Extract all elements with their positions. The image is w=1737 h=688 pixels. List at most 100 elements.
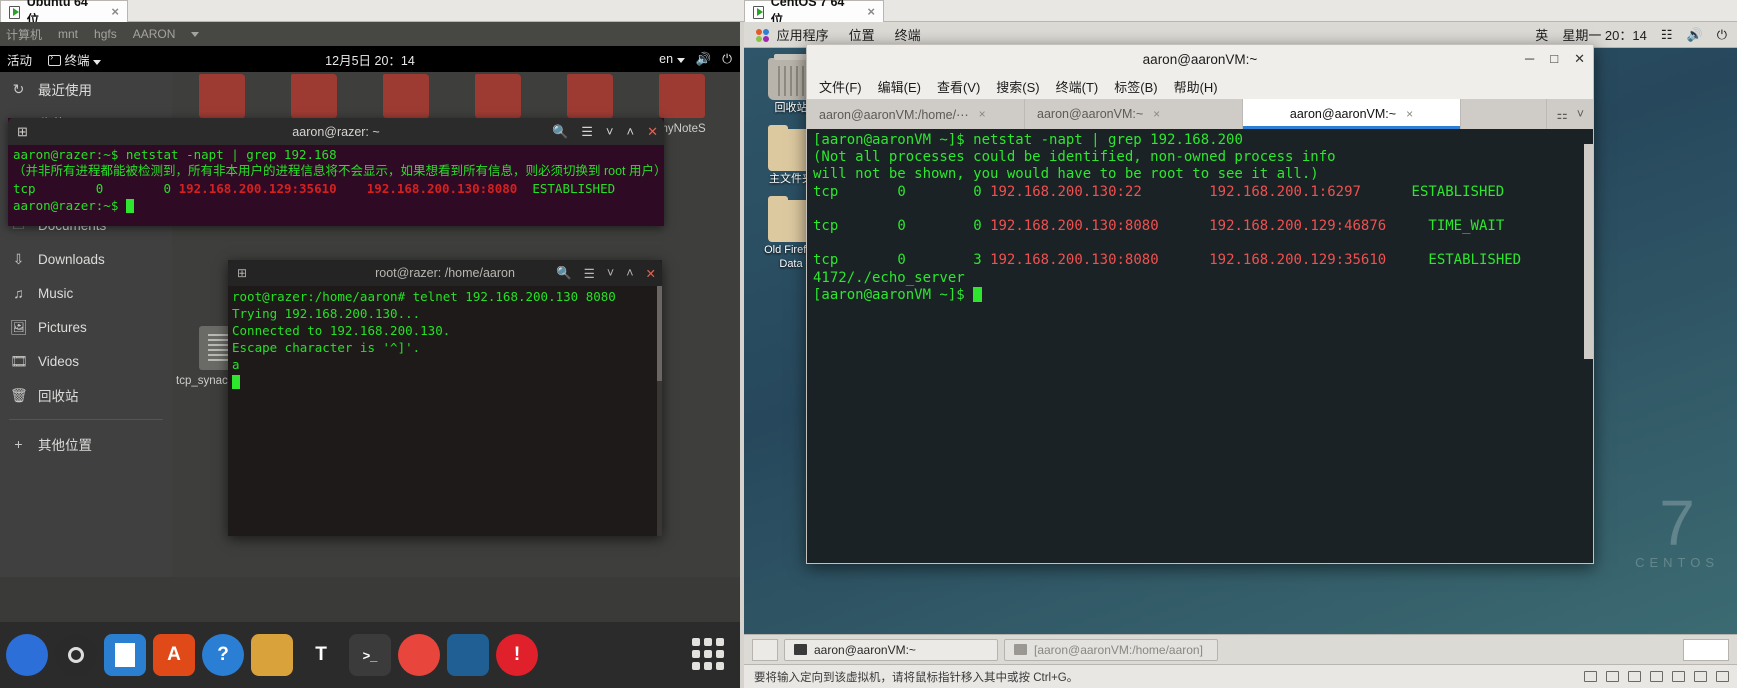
chevron-down-icon[interactable] (191, 31, 200, 37)
terminal-output-centos[interactable]: [aaron@aaronVM ~]$ netstat -napt | grep … (806, 129, 1594, 564)
activities-button[interactable]: 活动 (7, 50, 32, 69)
terminal-output-aaron[interactable]: aaron@razer:~$ netstat -napt | grep 192.… (8, 145, 664, 226)
usb-icon[interactable] (1650, 671, 1663, 682)
sidebar-item-other-locations[interactable]: + 其他位置 (0, 427, 172, 461)
new-tab-icon[interactable]: ⚏ (1556, 107, 1567, 122)
power-icon[interactable]: ⏻ (722, 52, 732, 67)
scrollbar-track[interactable] (1584, 144, 1593, 359)
chevron-down-icon[interactable]: ˅ (1577, 107, 1584, 121)
minimize-icon[interactable]: ─ (1525, 51, 1534, 67)
terminal-output-root[interactable]: root@razer:/home/aaron# telnet 192.168.2… (228, 286, 662, 536)
printer-icon[interactable] (1694, 671, 1707, 682)
terminal-icon[interactable]: >_ (349, 634, 391, 676)
close-icon[interactable]: ✕ (647, 124, 658, 140)
libreoffice-writer-icon[interactable] (104, 634, 146, 676)
search-icon[interactable]: 🔍 (556, 266, 572, 281)
power-icon[interactable]: ⏻ (1717, 27, 1727, 43)
files-icon[interactable] (251, 634, 293, 676)
menu-view[interactable]: 查看(V) (937, 77, 980, 96)
vm-tab-centos[interactable]: CentOS 7 64 位 × (744, 0, 884, 27)
keyboard-layout-indicator[interactable]: en (659, 52, 685, 66)
terminal-line: a (232, 357, 240, 372)
vm-tab-ubuntu[interactable]: Ubuntu 64 位 × (0, 0, 128, 27)
applications-menu[interactable]: 应用程序 (756, 25, 829, 44)
terminal-line: [aaron@aaronVM ~]$ (813, 286, 1587, 304)
taskbar-button-terminal-active[interactable]: aaron@aaronVM:~ (784, 638, 998, 661)
app-menu-terminal[interactable]: 终端 (48, 50, 101, 69)
sidebar-item-pictures[interactable]: 🖼 Pictures (0, 310, 172, 344)
firefox-icon[interactable] (6, 634, 48, 676)
display-icon[interactable] (1716, 671, 1729, 682)
sound-icon[interactable] (1672, 671, 1685, 682)
error-app-icon[interactable]: ! (496, 634, 538, 676)
sidebar-item-downloads[interactable]: ⇩ Downloads (0, 242, 172, 276)
terminal-tab-2[interactable]: aaron@aaronVM:~ × (1025, 99, 1243, 129)
taskbar-button-terminal-2[interactable]: [aaron@aaronVM:/home/aaron] (1004, 638, 1218, 661)
vscode-icon[interactable] (447, 634, 489, 676)
show-desktop-icon[interactable] (752, 638, 778, 661)
maximize-icon[interactable]: □ (1550, 51, 1558, 67)
help-icon[interactable]: ? (202, 634, 244, 676)
terminal-titlebar[interactable]: ⊞ aaron@razer: ~ 🔍 ☰ ˅ ˄ ✕ (8, 118, 664, 145)
close-icon[interactable]: × (1406, 107, 1413, 121)
terminal-tab-3-active[interactable]: aaron@aaronVM:~ × (1243, 99, 1461, 129)
close-icon[interactable]: × (111, 4, 119, 19)
volume-icon[interactable]: 🔊 (696, 52, 712, 67)
volume-icon[interactable]: 🔊 (1687, 27, 1703, 43)
terminal-window-aaron-razer[interactable]: ⊞ aaron@razer: ~ 🔍 ☰ ˅ ˄ ✕ aaron@razer:~… (8, 118, 664, 226)
workspace-switcher[interactable] (1683, 638, 1729, 661)
ubuntu-dock[interactable]: A ? T >_ ! (0, 622, 740, 688)
chrome-icon[interactable] (398, 634, 440, 676)
sidebar-item-music[interactable]: ♫ Music (0, 276, 172, 310)
close-icon[interactable]: ✕ (1574, 51, 1585, 67)
menu-help[interactable]: 帮助(H) (1174, 77, 1218, 96)
sidebar-item-recent[interactable]: ↻ 最近使用 (0, 72, 172, 106)
places-menu[interactable]: 位置 (849, 25, 875, 44)
terminal-titlebar[interactable]: aaron@aaronVM:~ ─ □ ✕ (806, 44, 1594, 73)
sidebar-item-trash[interactable]: 🗑 回收站 (0, 378, 172, 412)
shell-command: netstat -napt | grep 192.168.200 (973, 132, 1243, 148)
chevron-down-icon[interactable]: ˅ (607, 266, 614, 280)
chevron-down-icon[interactable]: ˅ (606, 124, 614, 139)
terminal-menu[interactable]: 终端 (895, 25, 921, 44)
close-icon[interactable]: × (867, 4, 875, 19)
menu-edit[interactable]: 编辑(E) (878, 77, 921, 96)
terminal-titlebar[interactable]: ⊞ root@razer: /home/aaron 🔍 ☰ ˅ ˄ ✕ (228, 260, 662, 286)
ubuntu-vm-viewport[interactable]: 计算机 mnt hgfs AARON 活动 终端 12月5日 20：14 en … (0, 22, 740, 688)
cdrom-icon[interactable] (1606, 671, 1619, 682)
pathbar-crumb-1[interactable]: mnt (58, 27, 78, 41)
menu-file[interactable]: 文件(F) (819, 77, 862, 96)
pathbar-crumb-0[interactable]: 计算机 (6, 26, 42, 43)
harddisk-icon[interactable] (1584, 671, 1597, 682)
chevron-up-icon[interactable]: ˄ (626, 266, 633, 280)
search-icon[interactable]: 🔍 (552, 124, 568, 140)
terminal-tab-controls[interactable]: ⚏ ˅ (1546, 99, 1593, 129)
typora-icon[interactable]: T (300, 634, 342, 676)
menu-terminal[interactable]: 终端(T) (1056, 77, 1099, 96)
rhythmbox-icon[interactable] (55, 634, 97, 676)
sidebar-item-videos[interactable]: 🎞 Videos (0, 344, 172, 378)
menu-search[interactable]: 搜索(S) (996, 77, 1039, 96)
network-icon[interactable] (1628, 671, 1641, 682)
pathbar-crumb-2[interactable]: hgfs (94, 27, 117, 41)
chevron-up-icon[interactable]: ˄ (627, 124, 635, 139)
hamburger-menu-icon[interactable]: ☰ (581, 124, 593, 140)
pathbar-crumb-3[interactable]: AARON (133, 27, 176, 41)
centos-terminal-window[interactable]: aaron@aaronVM:~ ─ □ ✕ 文件(F) 编辑(E) 查看(V) … (806, 44, 1594, 564)
centos-vm-viewport[interactable]: 应用程序 位置 终端 英 星期一 20：14 ☷ 🔊 ⏻ 回收站 主文件夹 Ol… (744, 22, 1737, 688)
keyboard-layout-indicator[interactable]: 英 (1535, 25, 1548, 44)
clock[interactable]: 12月5日 20：14 (0, 50, 740, 69)
hamburger-menu-icon[interactable]: ☰ (584, 266, 595, 281)
scrollbar-thumb[interactable] (657, 286, 662, 381)
software-center-icon[interactable]: A (153, 634, 195, 676)
network-icon[interactable]: ☷ (1661, 27, 1673, 43)
terminal-tab-bar: aaron@aaronVM:/home/⋯ × aaron@aaronVM:~ … (806, 99, 1594, 129)
terminal-tab-1[interactable]: aaron@aaronVM:/home/⋯ × (807, 99, 1025, 129)
close-icon[interactable]: ✕ (646, 266, 656, 281)
clock[interactable]: 星期一 20：14 (1562, 25, 1647, 44)
close-icon[interactable]: × (1153, 107, 1160, 121)
menu-tabs[interactable]: 标签(B) (1114, 77, 1157, 96)
terminal-window-root-razer[interactable]: ⊞ root@razer: /home/aaron 🔍 ☰ ˅ ˄ ✕ root… (228, 260, 662, 536)
show-applications-icon[interactable] (692, 638, 726, 672)
close-icon[interactable]: × (979, 107, 986, 121)
